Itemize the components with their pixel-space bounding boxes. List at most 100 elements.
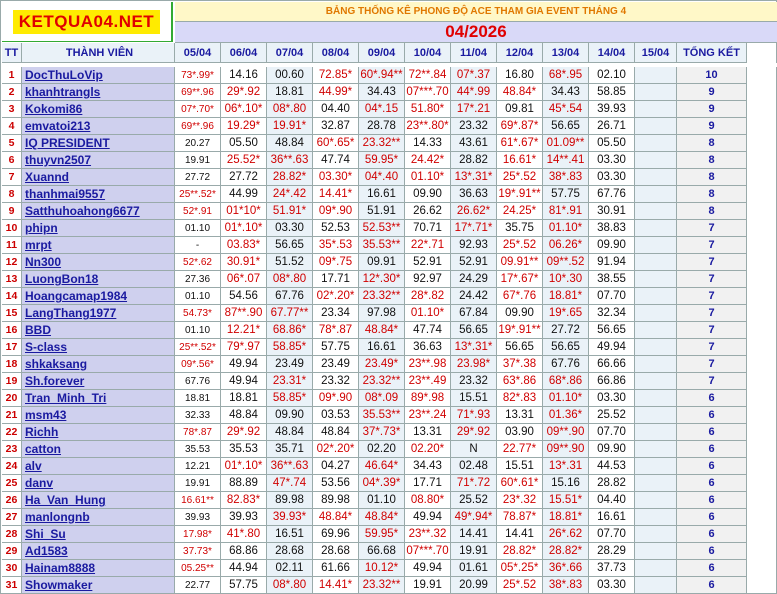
score-cell: 25.52 bbox=[451, 492, 497, 509]
score-cell: 60*.65* bbox=[313, 135, 359, 152]
member-name-link[interactable]: mrpt bbox=[22, 237, 175, 254]
score-cell: 17.71 bbox=[313, 271, 359, 288]
row-number: 2 bbox=[2, 84, 22, 101]
total-count: 7 bbox=[677, 322, 747, 339]
table-row: 31 Showmaker 22.77 57.75 08*.80 14.41* 23.32**… bbox=[2, 577, 747, 594]
score-cell: 09.91** bbox=[497, 254, 543, 271]
member-name-link[interactable]: manlongnb bbox=[22, 509, 175, 526]
member-name-link[interactable]: phipn bbox=[22, 220, 175, 237]
score-cell: 28.82* bbox=[497, 543, 543, 560]
score-cell: 56.65 bbox=[451, 322, 497, 339]
member-name-link[interactable]: thuyvn2507 bbox=[22, 152, 175, 169]
score-cell: 28.68 bbox=[267, 543, 313, 560]
score-cell: 45*.54 bbox=[543, 101, 589, 118]
score-cell: 00.60 bbox=[267, 67, 313, 84]
member-name-link[interactable]: DocThuLoVip bbox=[22, 67, 175, 84]
member-name-link[interactable]: LangThang1977 bbox=[22, 305, 175, 322]
score-cell: 01.10 bbox=[175, 288, 221, 305]
score-cell: 20.27 bbox=[175, 135, 221, 152]
score-cell: 18.81* bbox=[543, 509, 589, 526]
score-cell: 01.10* bbox=[543, 220, 589, 237]
member-name-link[interactable]: catton bbox=[22, 441, 175, 458]
member-name-link[interactable]: Showmaker bbox=[22, 577, 175, 594]
table-row: 4 emvatoi213 69**.96 19.29* 19.91* 32.87 28.78… bbox=[2, 118, 747, 135]
score-cell: 23.32** bbox=[359, 135, 405, 152]
row-number: 25 bbox=[2, 475, 22, 492]
member-name-link[interactable]: IQ PRESIDENT bbox=[22, 135, 175, 152]
row-number: 10 bbox=[2, 220, 22, 237]
score-cell: 05*.25* bbox=[497, 560, 543, 577]
member-name-link[interactable]: danv bbox=[22, 475, 175, 492]
score-cell: 08*.80 bbox=[267, 101, 313, 118]
member-name-link[interactable]: Richh bbox=[22, 424, 175, 441]
score-cell: 92.93 bbox=[451, 237, 497, 254]
score-cell: 19*.65 bbox=[543, 305, 589, 322]
score-cell: 71*.93 bbox=[451, 407, 497, 424]
score-cell: 06*.07 bbox=[221, 271, 267, 288]
member-name-link[interactable]: Hoangcamap1984 bbox=[22, 288, 175, 305]
member-name-link[interactable]: Tran_Minh_Tri bbox=[22, 390, 175, 407]
score-cell: 07.70 bbox=[589, 424, 635, 441]
row-number: 30 bbox=[2, 560, 22, 577]
score-cell: 67.77** bbox=[267, 305, 313, 322]
score-cell: 01.10 bbox=[175, 220, 221, 237]
score-cell: 09**.90 bbox=[543, 424, 589, 441]
score-cell: 14.33 bbox=[405, 135, 451, 152]
member-name-link[interactable]: Xuannd bbox=[22, 169, 175, 186]
total-count: 7 bbox=[677, 254, 747, 271]
member-name-link[interactable]: Ha_Van_Hung bbox=[22, 492, 175, 509]
score-cell: 68*.86 bbox=[543, 373, 589, 390]
score-cell bbox=[635, 118, 677, 135]
logo-text[interactable]: KETQUA04.NET bbox=[12, 9, 161, 34]
score-cell: 67.76 bbox=[543, 356, 589, 373]
member-name-link[interactable]: msm43 bbox=[22, 407, 175, 424]
score-cell: 52*.62 bbox=[175, 254, 221, 271]
member-name-link[interactable]: alv bbox=[22, 458, 175, 475]
member-name-link[interactable]: Sh.forever bbox=[22, 373, 175, 390]
score-cell: 16.61** bbox=[175, 492, 221, 509]
member-name-link[interactable]: Ad1583 bbox=[22, 543, 175, 560]
total-count: 6 bbox=[677, 390, 747, 407]
total-count: 7 bbox=[677, 237, 747, 254]
member-name-link[interactable]: Shi_Su bbox=[22, 526, 175, 543]
score-cell: 16.61 bbox=[589, 509, 635, 526]
member-name-link[interactable]: emvatoi213 bbox=[22, 118, 175, 135]
score-cell: 52.53 bbox=[313, 220, 359, 237]
score-cell: 39.93* bbox=[267, 509, 313, 526]
member-name-link[interactable]: khanhtrangls bbox=[22, 84, 175, 101]
score-cell: 09**.90 bbox=[543, 441, 589, 458]
score-cell: 56.65 bbox=[589, 322, 635, 339]
score-cell: 24.25* bbox=[497, 203, 543, 220]
table-row: 13 LuongBon18 27.36 06*.07 08*.80 17.71 12*.30… bbox=[2, 271, 747, 288]
score-cell: 02*.20* bbox=[313, 288, 359, 305]
member-name-link[interactable]: S-class bbox=[22, 339, 175, 356]
score-cell bbox=[635, 458, 677, 475]
member-name-link[interactable]: shkaksang bbox=[22, 356, 175, 373]
member-name-link[interactable]: BBD bbox=[22, 322, 175, 339]
score-cell: 48.84* bbox=[313, 509, 359, 526]
member-name-link[interactable]: Satthuhoahong6677 bbox=[22, 203, 175, 220]
site-logo[interactable]: KETQUA04.NET bbox=[2, 2, 173, 42]
row-number: 20 bbox=[2, 390, 22, 407]
member-name-link[interactable]: Hainam8888 bbox=[22, 560, 175, 577]
score-cell bbox=[635, 441, 677, 458]
score-cell: 05.25** bbox=[175, 560, 221, 577]
score-cell: 48.84 bbox=[221, 407, 267, 424]
table-row: 7 Xuannd 27.72 27.72 28.82* 03.30* 04*.40 01.10… bbox=[2, 169, 747, 186]
score-cell: 05.50 bbox=[589, 135, 635, 152]
member-name-link[interactable]: Nn300 bbox=[22, 254, 175, 271]
score-cell: 32.87 bbox=[313, 118, 359, 135]
table-row: 1 DocThuLoVip 73*.99* 14.16 00.60 72.85* 60*.9… bbox=[2, 67, 747, 84]
score-cell: 34.43 bbox=[543, 84, 589, 101]
member-name-link[interactable]: LuongBon18 bbox=[22, 271, 175, 288]
score-cell: 35.71 bbox=[267, 441, 313, 458]
score-cell bbox=[635, 152, 677, 169]
score-cell: 91.94 bbox=[589, 254, 635, 271]
member-name-link[interactable]: Kokomi86 bbox=[22, 101, 175, 118]
score-cell: 70.71 bbox=[405, 220, 451, 237]
score-cell: 66.68 bbox=[359, 543, 405, 560]
score-cell: 25*.52 bbox=[497, 169, 543, 186]
score-cell: 36*.66 bbox=[543, 560, 589, 577]
score-cell: 88.89 bbox=[221, 475, 267, 492]
member-name-link[interactable]: thanhmai9557 bbox=[22, 186, 175, 203]
